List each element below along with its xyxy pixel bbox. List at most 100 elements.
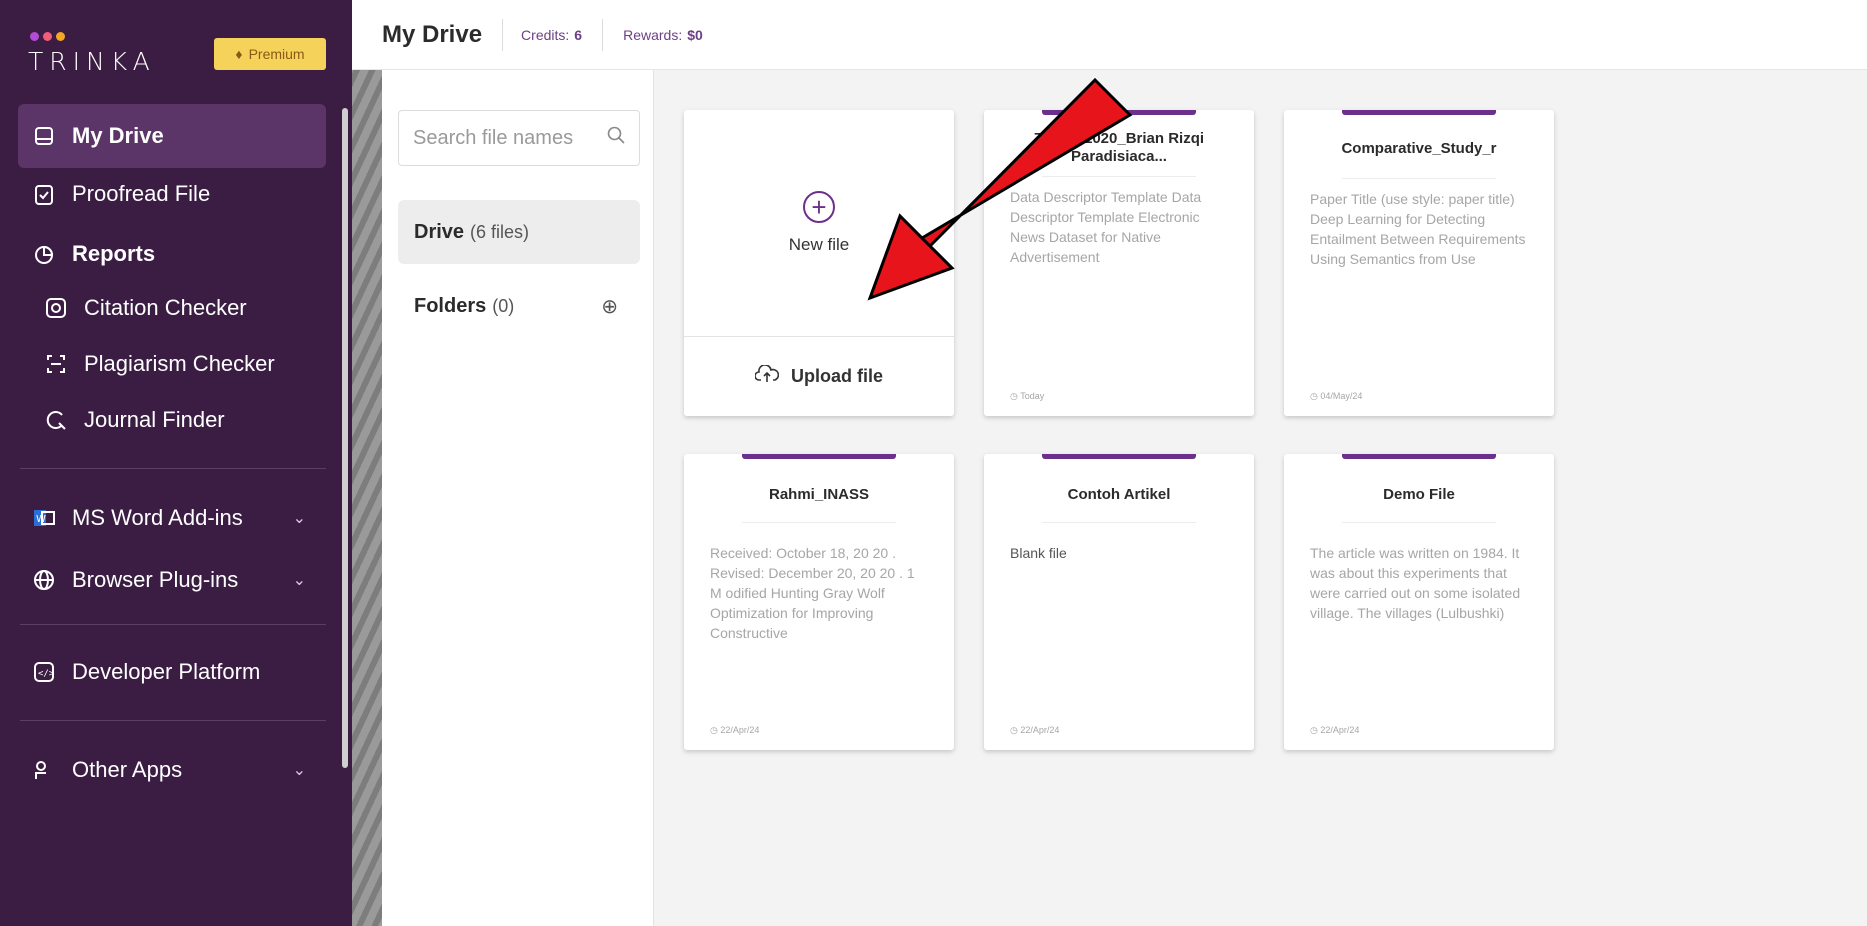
sidebar-item-my-drive[interactable]: My Drive bbox=[18, 104, 326, 168]
card-accent-bar bbox=[1342, 454, 1496, 459]
file-date: ◷ 22/Apr/24 bbox=[1010, 725, 1059, 736]
cloud-upload-icon bbox=[754, 364, 780, 388]
journal-search-icon bbox=[44, 408, 68, 432]
upload-file-button[interactable]: Upload file bbox=[684, 336, 954, 416]
sidebar-item-label: Reports bbox=[72, 241, 156, 266]
files-grid: + New file Upload file 7025221020_Brian … bbox=[654, 70, 1867, 926]
file-date-value: 22/Apr/24 bbox=[1020, 725, 1060, 735]
drive-count: (6 files) bbox=[470, 221, 530, 242]
file-date: ◷ 22/Apr/24 bbox=[1310, 725, 1359, 736]
card-separator bbox=[1042, 522, 1196, 523]
credits-value: 6 bbox=[574, 26, 583, 43]
file-preview: Received: October 18, 20 20 . Revised: D… bbox=[710, 545, 915, 641]
apps-icon bbox=[32, 758, 56, 782]
file-preview: Blank file bbox=[1010, 545, 1067, 561]
file-date-value: Today bbox=[1020, 391, 1045, 401]
new-file-label: New file bbox=[788, 235, 850, 254]
file-date: ◷ 22/Apr/24 bbox=[710, 725, 759, 736]
card-separator bbox=[742, 522, 896, 523]
file-preview: Paper Title (use style: paper title) Dee… bbox=[1310, 191, 1526, 267]
sidebar-item-browser-plugins[interactable]: Browser Plug-ins ⌄ bbox=[18, 548, 326, 612]
rewards-label: Rewards: bbox=[623, 26, 683, 43]
file-card[interactable]: Contoh Artikel Blank file ◷ 22/Apr/24 bbox=[984, 454, 1254, 750]
sidebar-item-label: My Drive bbox=[72, 123, 164, 148]
logo-text: TRINKA bbox=[28, 46, 156, 76]
sidebar-item-ms-word-addins[interactable]: W MS Word Add-ins ⌄ bbox=[18, 486, 326, 550]
file-card[interactable]: 7025221020_Brian Rizqi Paradisiaca... Da… bbox=[984, 110, 1254, 416]
folders-count: (0) bbox=[492, 295, 515, 316]
citation-icon bbox=[44, 296, 68, 320]
folders-section[interactable]: Folders (0) ⊕ bbox=[398, 276, 640, 336]
file-preview: The article was written on 1984. It was … bbox=[1310, 545, 1521, 621]
file-date-value: 22/Apr/24 bbox=[1320, 725, 1360, 735]
upload-file-label: Upload file bbox=[790, 366, 883, 386]
sidebar-item-proofread-file[interactable]: Proofread File bbox=[18, 162, 388, 226]
word-icon: W bbox=[32, 506, 56, 530]
sidebar-item-label: Journal Finder bbox=[84, 407, 225, 432]
sidebar-item-developer-platform[interactable]: </> Developer Platform bbox=[18, 640, 326, 704]
logo-dots bbox=[30, 32, 65, 41]
add-folder-icon[interactable]: ⊕ bbox=[601, 294, 618, 319]
drive-panel: Search file names Drive (6 files) Folder… bbox=[382, 70, 654, 926]
sidebar-item-label: Proofread File bbox=[72, 181, 211, 206]
reports-icon bbox=[32, 242, 56, 266]
search-icon[interactable] bbox=[607, 126, 625, 150]
rewards-indicator[interactable]: Rewards: $0 bbox=[602, 18, 703, 51]
sidebar-divider bbox=[20, 468, 326, 469]
code-icon: </> bbox=[32, 660, 56, 684]
drive-section[interactable]: Drive (6 files) bbox=[398, 200, 640, 264]
sidebar-item-citation-checker[interactable]: Citation Checker bbox=[30, 276, 370, 340]
premium-label: Premium bbox=[248, 46, 305, 62]
file-title: 7025221020_Brian Rizqi Paradisiaca... bbox=[1033, 130, 1205, 165]
sidebar-item-label: Browser Plug-ins bbox=[72, 567, 239, 592]
clock-icon: ◷ bbox=[1010, 725, 1021, 735]
card-accent-bar bbox=[1042, 454, 1196, 459]
file-title: Comparative_Study_r bbox=[1341, 140, 1497, 157]
search-placeholder: Search file names bbox=[413, 126, 574, 149]
sidebar-item-label: Citation Checker bbox=[84, 295, 247, 320]
file-card[interactable]: Demo File The article was written on 198… bbox=[1284, 454, 1554, 750]
premium-badge[interactable]: ♦ Premium bbox=[214, 38, 326, 70]
plus-circle-icon: + bbox=[803, 191, 835, 223]
folders-label: Folders bbox=[414, 294, 487, 317]
card-separator bbox=[1342, 178, 1496, 179]
chevron-down-icon[interactable]: ⌄ bbox=[293, 508, 306, 528]
globe-icon bbox=[32, 568, 56, 592]
search-input[interactable]: Search file names bbox=[398, 110, 640, 166]
file-title: Rahmi_INASS bbox=[768, 486, 870, 503]
card-accent-bar bbox=[1342, 110, 1496, 115]
drive-icon bbox=[32, 124, 56, 148]
sidebar-divider bbox=[20, 720, 326, 721]
chevron-down-icon[interactable]: ⌄ bbox=[293, 760, 306, 780]
page-title: My Drive bbox=[382, 20, 483, 48]
new-file-card: + New file Upload file bbox=[684, 110, 954, 416]
card-accent-bar bbox=[742, 454, 896, 459]
drive-label: Drive bbox=[414, 220, 465, 243]
credits-indicator[interactable]: Credits: 6 bbox=[502, 18, 583, 51]
svg-text:</>: </> bbox=[38, 669, 55, 679]
new-file-button[interactable]: + New file bbox=[684, 110, 954, 336]
file-title: Demo File bbox=[1383, 486, 1455, 503]
file-date-value: 04/May/24 bbox=[1320, 391, 1363, 401]
file-date-value: 22/Apr/24 bbox=[720, 725, 760, 735]
file-date: ◷ Today bbox=[1010, 391, 1044, 402]
clock-icon: ◷ bbox=[710, 725, 721, 735]
clipboard-check-icon bbox=[32, 182, 56, 206]
chevron-down-icon[interactable]: ⌄ bbox=[293, 570, 306, 590]
plagiarism-icon bbox=[44, 352, 68, 376]
clock-icon: ◷ bbox=[1310, 725, 1321, 735]
card-separator bbox=[1342, 522, 1496, 523]
sidebar-item-other-apps[interactable]: Other Apps ⌄ bbox=[18, 738, 326, 802]
top-bar: My Drive Credits: 6 Rewards: $0 bbox=[352, 0, 1867, 70]
sidebar-item-journal-finder[interactable]: Journal Finder bbox=[30, 388, 370, 452]
sidebar-item-plagiarism-checker[interactable]: Plagiarism Checker bbox=[30, 332, 370, 396]
file-card[interactable]: Rahmi_INASS Received: October 18, 20 20 … bbox=[684, 454, 954, 750]
file-card[interactable]: Comparative_Study_r Paper Title (use sty… bbox=[1284, 110, 1554, 416]
credits-label: Credits: bbox=[521, 26, 570, 43]
svg-text:W: W bbox=[36, 514, 46, 525]
sidebar: TRINKA ♦ Premium My Drive Proofread File… bbox=[0, 0, 352, 926]
sidebar-item-label: Developer Platform bbox=[72, 659, 261, 684]
clock-icon: ◷ bbox=[1010, 391, 1021, 401]
sidebar-item-label: Other Apps bbox=[72, 757, 183, 782]
card-separator bbox=[1042, 176, 1196, 177]
